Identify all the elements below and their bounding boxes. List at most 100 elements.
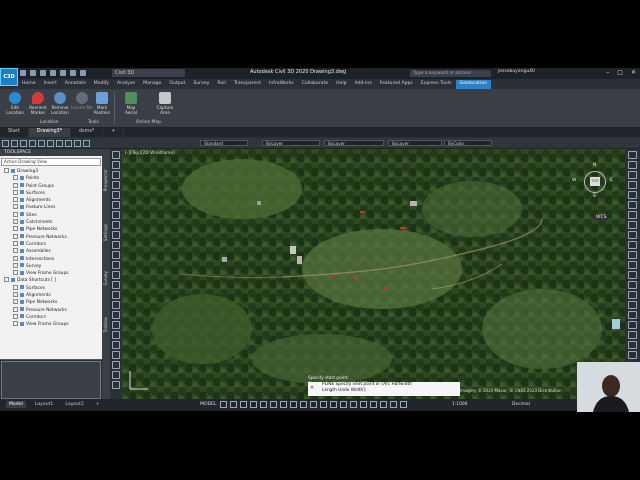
layer-state-icon[interactable] <box>11 140 18 147</box>
tree-node[interactable]: View Frame Groups <box>0 321 102 328</box>
transparency-icon[interactable] <box>299 401 307 408</box>
revcloud-icon[interactable] <box>112 211 120 219</box>
tree-node[interactable]: Points <box>0 175 102 182</box>
insert-block-icon[interactable] <box>112 241 120 249</box>
expand-icon[interactable] <box>13 321 18 327</box>
annotation-scale-icon[interactable] <box>379 401 387 408</box>
app-logo[interactable]: C3D <box>0 68 18 86</box>
tab-home[interactable]: Home <box>18 80 40 89</box>
leader-icon[interactable] <box>628 251 637 259</box>
tree-node[interactable]: Alignments <box>0 197 102 204</box>
redo-icon[interactable] <box>80 70 86 76</box>
tree-node[interactable]: Corridors <box>0 313 102 321</box>
id-point-icon[interactable] <box>628 331 637 339</box>
offset-icon[interactable] <box>112 351 120 359</box>
tree-node[interactable]: Pressure Networks <box>0 233 102 241</box>
steering-wheel-icon[interactable] <box>628 151 637 159</box>
tab-featured-apps[interactable]: Featured Apps <box>376 80 417 89</box>
snap-icon[interactable] <box>229 401 237 408</box>
tree-node[interactable]: Assemblies <box>0 248 102 255</box>
annotation-scale[interactable]: 1:1000 <box>452 402 467 407</box>
print-icon[interactable] <box>60 70 66 76</box>
side-tab-survey[interactable]: Survey <box>103 271 108 286</box>
tab-geolocation[interactable]: Geolocation <box>455 80 491 89</box>
tree-node[interactable]: Intersections <box>0 255 102 263</box>
expand-icon[interactable] <box>13 233 18 239</box>
selection-filter-icon[interactable] <box>339 401 347 408</box>
tree-node[interactable]: Pressure Networks <box>0 306 102 314</box>
units-display[interactable]: Decimal <box>512 402 530 407</box>
distance-icon[interactable] <box>628 341 637 349</box>
save-icon[interactable] <box>40 70 46 76</box>
calculator-icon[interactable] <box>628 351 637 359</box>
tree-node[interactable]: Corridors <box>0 240 102 248</box>
expand-icon[interactable] <box>13 197 18 203</box>
help-search-input[interactable]: Type a keyword or phrase <box>410 70 491 77</box>
edit-location-button[interactable]: Edit Location <box>4 92 26 115</box>
layer-lock-icon[interactable] <box>38 140 45 147</box>
zoom-extents-icon[interactable] <box>628 171 637 179</box>
layer-walk-icon[interactable] <box>83 140 90 147</box>
trim-icon[interactable] <box>112 361 120 369</box>
tree-node[interactable]: Surfaces <box>0 189 102 197</box>
color-dropdown[interactable]: ByLayer <box>324 140 384 146</box>
undo-icon[interactable] <box>70 70 76 76</box>
expand-icon[interactable] <box>13 219 18 225</box>
mark-position-button[interactable]: Mark Position <box>91 92 113 115</box>
orbit-icon[interactable] <box>628 181 637 189</box>
viewport-controls-label[interactable]: [-][Top][2D Wireframe] <box>125 151 175 156</box>
layer-freeze-icon[interactable] <box>29 140 36 147</box>
text-icon[interactable] <box>628 261 637 269</box>
expand-icon[interactable] <box>4 168 9 173</box>
close-command-icon[interactable]: ✕ <box>310 385 314 391</box>
tab-output[interactable]: Output <box>165 80 189 89</box>
remove-location-button[interactable]: Remove Location <box>49 92 71 115</box>
active-view-dropdown[interactable]: Active Drawing View <box>1 158 101 166</box>
viewcube-face[interactable]: TOP <box>590 177 600 186</box>
tree-node[interactable]: Feature Lines <box>0 204 102 211</box>
region-icon[interactable] <box>112 271 120 279</box>
workspace-dropdown[interactable]: Civil 3D <box>112 69 185 77</box>
tab-survey[interactable]: Survey <box>189 80 213 89</box>
isolate-icon[interactable] <box>65 140 72 147</box>
expand-icon[interactable] <box>13 299 18 305</box>
tree-node[interactable]: Survey <box>0 262 102 270</box>
arc-icon[interactable] <box>112 191 120 199</box>
annotation-visibility-icon[interactable] <box>359 401 367 408</box>
tab-annotate[interactable]: Annotate <box>61 80 90 89</box>
tree-node[interactable]: Alignments <box>0 292 102 299</box>
expand-icon[interactable] <box>13 255 18 261</box>
group-icon[interactable] <box>628 291 637 299</box>
new-tab-button[interactable]: + <box>103 128 125 137</box>
expand-icon[interactable] <box>13 204 18 210</box>
tree-node[interactable]: Point Groups <box>0 182 102 190</box>
hatch-icon[interactable] <box>112 251 120 259</box>
doc-tab-dsms[interactable]: dsms* <box>71 128 104 137</box>
pan-icon[interactable] <box>628 161 637 169</box>
side-tab-toolbox[interactable]: Toolbox <box>103 317 108 333</box>
expand-icon[interactable] <box>13 240 18 246</box>
mirror-icon[interactable] <box>112 341 120 349</box>
zoom-window-icon[interactable] <box>628 211 637 219</box>
expand-icon[interactable] <box>13 226 18 232</box>
minimize-icon[interactable]: – <box>606 69 609 76</box>
rectangle-icon[interactable] <box>112 181 120 189</box>
saveas-icon[interactable] <box>50 70 56 76</box>
line-icon[interactable] <box>112 151 120 159</box>
expand-icon[interactable] <box>13 313 18 319</box>
expand-icon[interactable] <box>13 306 18 312</box>
expand-icon[interactable] <box>13 284 18 290</box>
tree-node[interactable]: View Frame Groups <box>0 270 102 277</box>
layer-icon[interactable] <box>628 201 637 209</box>
tab-collaborate[interactable]: Collaborate <box>298 80 332 89</box>
object-tracking-icon[interactable] <box>269 401 277 408</box>
tree-node[interactable]: Pipe Networks <box>0 299 102 306</box>
measure-icon[interactable] <box>628 221 637 229</box>
extend-icon[interactable] <box>112 371 120 379</box>
move-icon[interactable] <box>112 311 120 319</box>
layout-tab-layout2[interactable]: Layout2 <box>62 401 87 408</box>
tab-express-tools[interactable]: Express Tools <box>417 80 456 89</box>
tab-rail[interactable]: Rail <box>213 80 229 89</box>
tab-manage[interactable]: Manage <box>139 80 165 89</box>
circle-icon[interactable] <box>112 201 120 209</box>
